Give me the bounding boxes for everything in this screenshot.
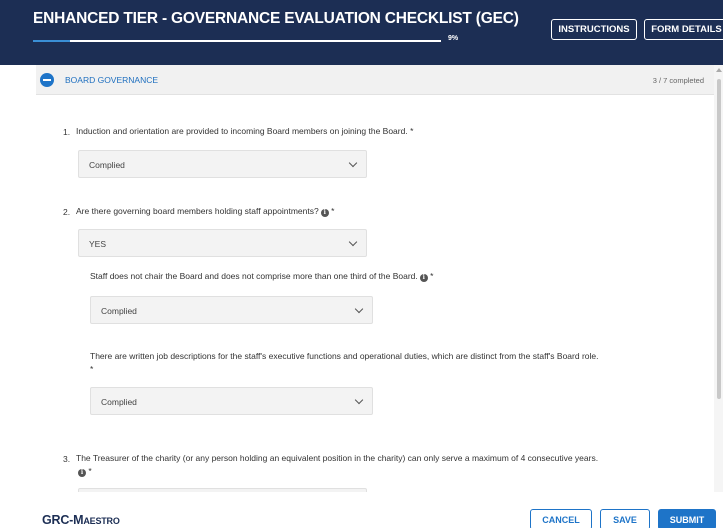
required-marker: * bbox=[430, 271, 434, 281]
form-header: ENHANCED TIER - GOVERNANCE EVALUATION CH… bbox=[0, 0, 723, 65]
progress-percent: 9% bbox=[448, 35, 459, 42]
logo-name: Maestro bbox=[73, 513, 120, 527]
question-label: Induction and orientation are provided t… bbox=[76, 126, 408, 136]
required-marker: * bbox=[331, 206, 335, 216]
info-icon[interactable]: i bbox=[78, 469, 86, 477]
required-marker: * bbox=[410, 126, 414, 136]
form-title: ENHANCED TIER - GOVERNANCE EVALUATION CH… bbox=[33, 10, 519, 27]
form-footer: GRC-Maestro CANCEL SAVE SUBMIT bbox=[0, 492, 723, 528]
answer-select[interactable]: Complied bbox=[78, 150, 367, 178]
save-button[interactable]: SAVE bbox=[600, 509, 650, 528]
question-text: Induction and orientation are provided t… bbox=[76, 125, 696, 138]
select-value: Complied bbox=[101, 397, 137, 407]
grc-maestro-logo: GRC-Maestro bbox=[42, 513, 120, 527]
form-details-button[interactable]: FORM DETAILS bbox=[644, 19, 723, 40]
scroll-up-icon[interactable] bbox=[716, 68, 722, 72]
logo-prefix: GRC- bbox=[42, 513, 74, 527]
select-value: YES bbox=[89, 239, 107, 249]
sub-question-text: Staff does not chair the Board and does … bbox=[90, 270, 700, 283]
sub-question-text: There are written job descriptions for t… bbox=[90, 350, 700, 376]
question-text: Are there governing board members holdin… bbox=[76, 205, 696, 218]
question-text: The Treasurer of the charity (or any per… bbox=[76, 452, 706, 478]
chevron-down-icon bbox=[354, 304, 364, 314]
question-label: Are there governing board members holdin… bbox=[76, 206, 319, 216]
required-marker: * bbox=[90, 364, 94, 374]
section-title: BOARD GOVERNANCE bbox=[65, 75, 159, 85]
question-number: 1. bbox=[63, 127, 71, 137]
instructions-button[interactable]: INSTRUCTIONS bbox=[551, 19, 637, 40]
scrollbar[interactable] bbox=[714, 65, 723, 492]
question-label: There are written job descriptions for t… bbox=[90, 351, 599, 361]
question-label: The Treasurer of the charity (or any per… bbox=[76, 453, 599, 463]
select-value: Complied bbox=[89, 160, 125, 170]
chevron-down-icon bbox=[348, 158, 358, 168]
progress-bar bbox=[33, 40, 441, 42]
question-label: Staff does not chair the Board and does … bbox=[90, 271, 418, 281]
required-marker: * bbox=[88, 466, 92, 476]
info-icon[interactable]: i bbox=[320, 209, 329, 217]
question-number: 3. bbox=[63, 454, 71, 464]
answer-select[interactable]: Complied bbox=[90, 387, 373, 415]
answer-select[interactable]: Complied bbox=[90, 296, 373, 324]
form-content[interactable]: BOARD GOVERNANCE 3 / 7 completed 1. Indu… bbox=[36, 65, 714, 492]
answer-select[interactable]: YES bbox=[78, 229, 367, 257]
scroll-thumb[interactable] bbox=[717, 79, 721, 399]
section-progress: 3 / 7 completed bbox=[652, 76, 704, 85]
cancel-button[interactable]: CANCEL bbox=[530, 509, 592, 528]
question-number: 2. bbox=[63, 207, 71, 217]
chevron-down-icon bbox=[354, 395, 364, 405]
info-icon[interactable]: i bbox=[419, 274, 428, 282]
select-value: Complied bbox=[101, 306, 137, 316]
submit-button[interactable]: SUBMIT bbox=[658, 509, 716, 528]
collapse-icon[interactable] bbox=[40, 73, 54, 87]
progress-fill bbox=[33, 40, 70, 42]
chevron-down-icon bbox=[348, 237, 358, 247]
section-header[interactable]: BOARD GOVERNANCE 3 / 7 completed bbox=[36, 65, 714, 95]
